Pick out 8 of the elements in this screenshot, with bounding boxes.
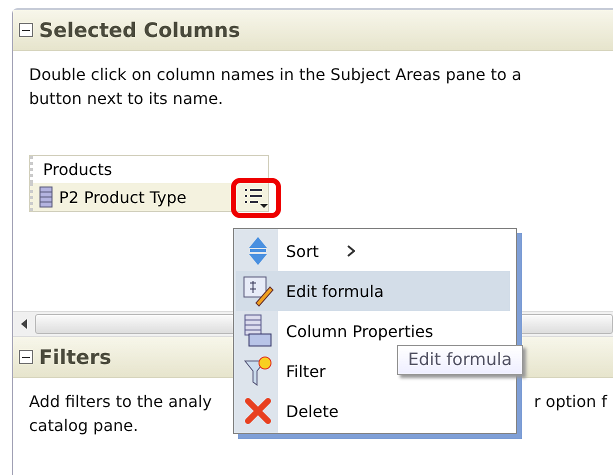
column-name: P2 Product Type (59, 188, 186, 206)
instruction-text: catalog pane. (29, 415, 138, 437)
instruction-text: Add filters to the analy (29, 391, 212, 413)
section-title: Selected Columns (39, 18, 240, 42)
instruction-text: Double click on column names in the Subject Areas pane to a button next to its name. (28, 64, 523, 110)
tooltip: Edit formula (397, 345, 523, 375)
section-title: Filters (39, 345, 112, 369)
instruction-text: r option f (534, 391, 607, 413)
